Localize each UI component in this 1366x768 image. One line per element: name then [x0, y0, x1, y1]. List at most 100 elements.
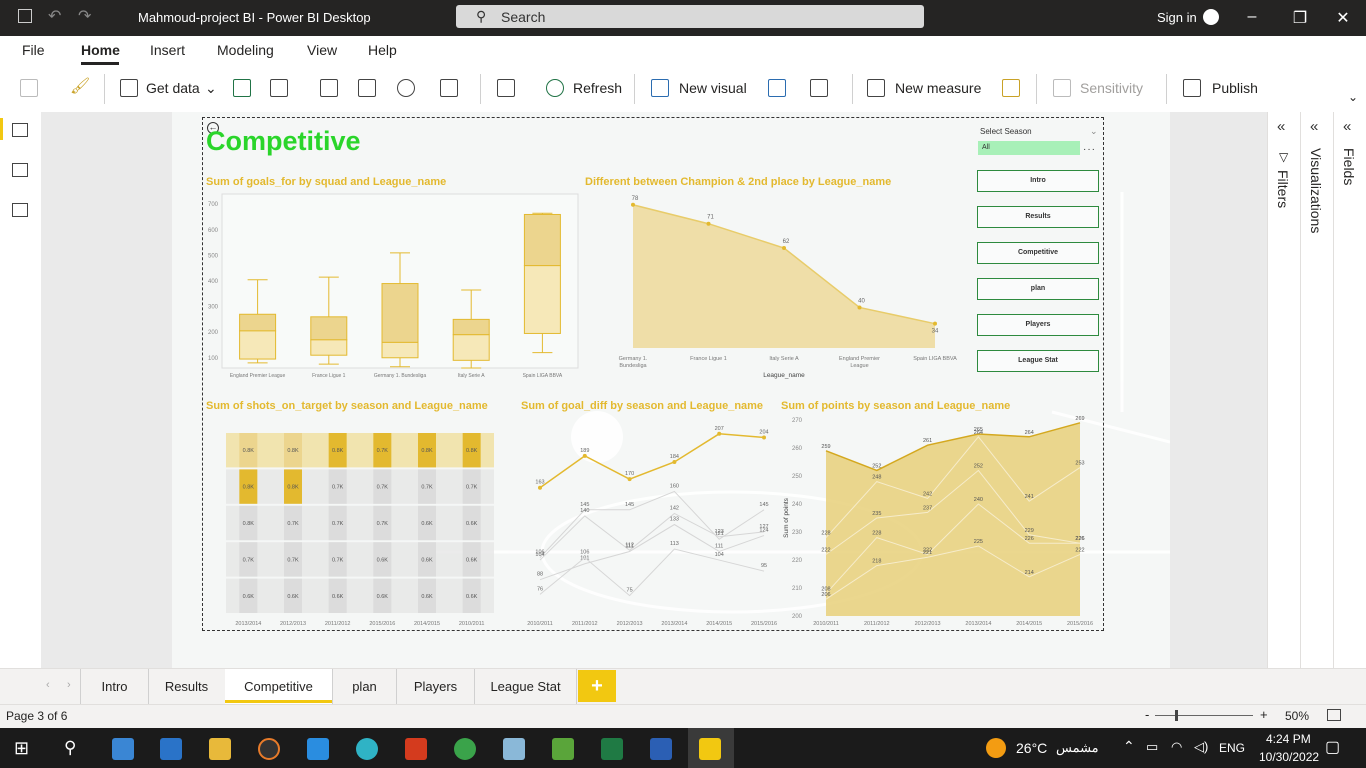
- nav-button-intro[interactable]: Intro: [977, 170, 1099, 192]
- model-view-icon[interactable]: [12, 203, 28, 217]
- publish-button[interactable]: Publish: [1212, 80, 1258, 96]
- new-visual-button[interactable]: New visual: [679, 80, 747, 96]
- clock-time[interactable]: 4:24 PM: [1266, 732, 1311, 746]
- expand-filters-icon[interactable]: «: [1277, 118, 1285, 135]
- get-data-button[interactable]: Get data: [146, 80, 200, 96]
- expand-fields-icon[interactable]: «: [1343, 118, 1351, 135]
- zoom-level[interactable]: 50%: [1285, 709, 1309, 723]
- zoom-in-icon[interactable]: +: [1260, 707, 1268, 722]
- tray-chevron-icon[interactable]: ⌃: [1123, 738, 1135, 755]
- notification-icon[interactable]: ▢: [1325, 737, 1340, 757]
- slicer-chevron-icon[interactable]: ⌄: [1090, 126, 1098, 137]
- tab-league-stat[interactable]: League Stat: [475, 669, 577, 704]
- table-icon[interactable]: [358, 79, 376, 97]
- y-tick-label: 260: [792, 446, 803, 452]
- nav-button-players[interactable]: Players: [977, 314, 1099, 336]
- tab-scroll-right-icon[interactable]: ›: [67, 679, 71, 691]
- season-slicer[interactable]: [978, 141, 1080, 155]
- tab-scroll-left-icon[interactable]: ‹: [46, 679, 50, 691]
- taskbar-search-icon[interactable]: ⚲: [64, 738, 76, 758]
- windows-start-icon[interactable]: ⊞: [14, 738, 29, 759]
- x-tick-label: France Ligue 1: [690, 356, 727, 362]
- quick-measure-icon[interactable]: [1002, 79, 1020, 97]
- vscode-icon[interactable]: [307, 738, 329, 760]
- report-view-icon[interactable]: [12, 123, 28, 137]
- undo-icon[interactable]: ↶: [48, 6, 61, 26]
- menu-home[interactable]: Home: [81, 42, 120, 58]
- menu-modeling[interactable]: Modeling: [217, 42, 274, 58]
- nav-button-league-stat[interactable]: League Stat: [977, 350, 1099, 372]
- excel-taskbar-icon[interactable]: [601, 738, 623, 760]
- volume-icon[interactable]: ◁): [1194, 739, 1208, 755]
- box-plot-chart[interactable]: 700 600 500 400 300 200 100 England Premier Lea…: [202, 190, 582, 385]
- mail-icon[interactable]: [160, 738, 182, 760]
- tab-plan[interactable]: plan: [333, 669, 397, 704]
- minimize-icon[interactable]: –: [1242, 8, 1262, 26]
- fields-pane[interactable]: « Fields: [1333, 112, 1366, 668]
- excel-icon[interactable]: [233, 79, 251, 97]
- search-input[interactable]: ⚲ Search: [456, 5, 924, 28]
- zoom-slider-thumb[interactable]: [1175, 710, 1178, 721]
- wifi-icon[interactable]: ◠: [1171, 739, 1182, 755]
- language-indicator[interactable]: ENG: [1219, 741, 1245, 755]
- close-icon[interactable]: ✕: [1333, 8, 1353, 28]
- redo-icon[interactable]: ↷: [78, 6, 91, 26]
- clock-date[interactable]: 10/30/2022: [1259, 750, 1319, 764]
- zoom-slider[interactable]: [1155, 715, 1253, 716]
- restore-icon[interactable]: ❐: [1290, 8, 1310, 28]
- frog-app-icon[interactable]: [552, 738, 574, 760]
- menu-insert[interactable]: Insert: [150, 42, 185, 58]
- format-painter-icon[interactable]: 🖌: [70, 76, 90, 95]
- add-page-button[interactable]: +: [578, 670, 616, 702]
- more-visuals-icon[interactable]: [810, 79, 828, 97]
- visualizations-pane[interactable]: « Visualizations: [1300, 112, 1334, 668]
- ribbon-chart[interactable]: 0.8K 0.8K 0.8K 0.7K 0.6K 2013/2014 0.8K 0.8K 0.7…: [202, 414, 502, 629]
- store-icon[interactable]: [112, 738, 134, 760]
- tab-intro[interactable]: Intro: [80, 669, 149, 704]
- word-taskbar-icon[interactable]: [650, 738, 672, 760]
- goal-diff-line-chart[interactable]: 163189170184207204106145 1451601211451041…: [518, 414, 780, 629]
- champion-diff-chart[interactable]: 78 71 62 40 34 Germany 1.Bundesliga France Lig…: [585, 190, 965, 385]
- weather-sun-icon[interactable]: [986, 738, 1006, 758]
- sign-in-link[interactable]: Sign in: [1157, 10, 1197, 25]
- new-measure-button[interactable]: New measure: [895, 80, 981, 96]
- filters-pane[interactable]: « ▽ Filters: [1267, 112, 1301, 668]
- menu-view[interactable]: View: [307, 42, 337, 58]
- fit-to-page-icon[interactable]: [1327, 709, 1341, 721]
- zoom-out-icon[interactable]: -: [1145, 707, 1149, 722]
- refresh-button[interactable]: Refresh: [573, 80, 622, 96]
- menu-file[interactable]: File: [22, 42, 45, 58]
- chrome-icon[interactable]: [454, 738, 476, 760]
- menu-help[interactable]: Help: [368, 42, 397, 58]
- power-bi-taskbar-icon[interactable]: [699, 738, 721, 760]
- paste-icon[interactable]: [20, 79, 38, 97]
- text-box-icon[interactable]: [768, 79, 786, 97]
- file-explorer-icon[interactable]: [209, 738, 231, 760]
- expand-visualizations-icon[interactable]: «: [1310, 118, 1318, 135]
- dataset-icon[interactable]: [270, 79, 288, 97]
- collapse-ribbon-icon[interactable]: ⌄: [1348, 90, 1358, 104]
- nav-button-plan[interactable]: plan: [977, 278, 1099, 300]
- more-options-icon[interactable]: ···: [1083, 144, 1096, 155]
- transform-data-icon[interactable]: [497, 79, 515, 97]
- app-icon[interactable]: [503, 738, 525, 760]
- ribbon-band: [226, 578, 494, 613]
- nav-button-results[interactable]: Results: [977, 206, 1099, 228]
- jupyter-icon[interactable]: [258, 738, 280, 760]
- office-icon[interactable]: [405, 738, 427, 760]
- dataverse-icon[interactable]: [397, 79, 415, 97]
- tab-results[interactable]: Results: [148, 669, 226, 704]
- points-area-chart[interactable]: 270 260 250 240 230 220 210 200 Sum of points 259…: [778, 414, 1104, 629]
- sql-icon[interactable]: [320, 79, 338, 97]
- edge-icon[interactable]: [356, 738, 378, 760]
- battery-icon[interactable]: ▭: [1146, 739, 1158, 755]
- recent-sources-icon[interactable]: [440, 79, 458, 97]
- tab-players[interactable]: Players: [397, 669, 475, 704]
- avatar[interactable]: [1203, 9, 1219, 25]
- save-icon[interactable]: [18, 9, 32, 23]
- nav-button-competitive[interactable]: Competitive: [977, 242, 1099, 264]
- tab-competitive[interactable]: Competitive: [225, 669, 333, 704]
- chevron-down-icon[interactable]: ⌄: [205, 80, 217, 97]
- data-view-icon[interactable]: [12, 163, 28, 177]
- sensitivity-button[interactable]: Sensitivity: [1080, 80, 1143, 96]
